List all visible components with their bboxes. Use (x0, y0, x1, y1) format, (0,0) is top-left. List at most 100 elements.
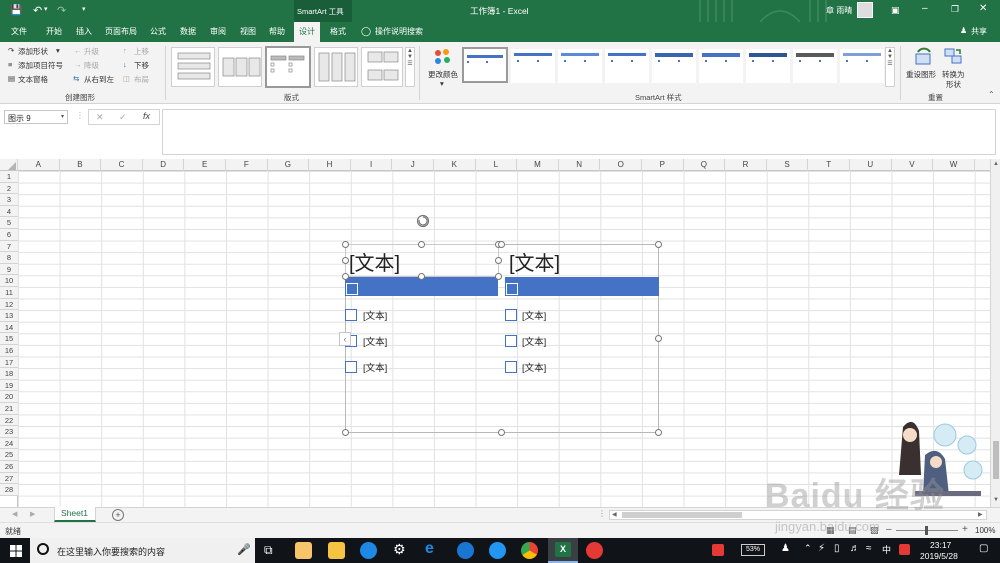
windows-start-icon[interactable] (10, 545, 22, 557)
settings-icon[interactable]: ⚙ (393, 541, 406, 558)
volume-icon[interactable]: ♬ (850, 543, 860, 554)
column-header[interactable]: I (351, 159, 393, 171)
scroll-left-icon[interactable]: ◀ (612, 511, 617, 518)
chrome-icon[interactable] (521, 542, 538, 559)
text-pane-expand-button[interactable]: ‹ (339, 332, 351, 346)
resize-handle[interactable] (498, 241, 505, 248)
netease-music-icon[interactable] (586, 542, 603, 559)
tab-insert[interactable]: 插入 (76, 26, 92, 37)
row-header[interactable]: 7 (0, 240, 18, 253)
microphone-icon[interactable]: 🎤 (237, 543, 251, 556)
resize-handle[interactable] (342, 273, 349, 280)
taskbar-search[interactable]: 在这里输入你要搜索的内容 🎤 (30, 538, 255, 563)
row-header[interactable]: 23 (0, 426, 18, 438)
excel-taskbar-button[interactable]: X (548, 538, 578, 563)
tab-format[interactable]: 格式 (330, 26, 346, 37)
clock-time[interactable]: 23:17 (930, 540, 951, 550)
sogou-ime-icon[interactable] (899, 544, 910, 555)
resize-handle[interactable] (418, 273, 425, 280)
column-header[interactable]: C (101, 159, 143, 171)
resize-handle[interactable] (655, 335, 662, 342)
column-header[interactable]: B (60, 159, 102, 171)
list-item[interactable]: [文本] (522, 308, 546, 322)
row-header[interactable]: 6 (0, 229, 18, 241)
resize-handle[interactable] (418, 241, 425, 248)
restore-icon[interactable]: ❐ (951, 4, 959, 15)
customize-qat-icon[interactable]: ▾ (82, 5, 86, 13)
close-icon[interactable]: ✕ (979, 3, 987, 14)
style-option-4[interactable] (605, 49, 649, 83)
row-header[interactable]: 22 (0, 414, 18, 427)
style-option-2[interactable] (511, 49, 555, 83)
row-header[interactable]: 16 (0, 345, 18, 357)
clock-app-icon[interactable] (360, 542, 377, 559)
resize-handle[interactable] (498, 429, 505, 436)
column-1-title[interactable]: [文本] (349, 247, 400, 276)
style-option-6[interactable] (699, 49, 743, 83)
tab-file[interactable]: 文件 (11, 26, 27, 37)
ime-indicator[interactable]: 中 (882, 543, 891, 556)
edge-icon[interactable]: e (425, 540, 434, 558)
save-icon[interactable]: 💾 (10, 5, 22, 16)
palette-icon[interactable] (432, 47, 454, 67)
prev-sheet-icon[interactable]: ◀ (12, 510, 17, 518)
style-option-3[interactable] (558, 49, 602, 83)
browser-icon[interactable] (457, 542, 474, 559)
rotate-handle-icon[interactable] (415, 213, 431, 229)
user-name[interactable]: 章 雨晴 (826, 5, 852, 16)
resize-handle[interactable] (495, 257, 502, 264)
people-icon[interactable]: ♟ (781, 543, 790, 554)
row-header[interactable]: 5 (0, 217, 18, 229)
column-header[interactable]: A (18, 159, 60, 171)
row-header[interactable]: 15 (0, 333, 18, 345)
row-header[interactable]: 13 (0, 310, 18, 322)
list-item[interactable]: [文本] (363, 360, 387, 374)
column-header[interactable]: R (725, 159, 767, 171)
sogou-tray-icon[interactable] (712, 544, 724, 556)
row-header[interactable]: 2 (0, 182, 18, 195)
tab-view[interactable]: 视图 (240, 26, 256, 37)
resize-handle[interactable] (655, 429, 662, 436)
zoom-out-button[interactable]: – (886, 524, 892, 535)
app-icon[interactable] (489, 542, 506, 559)
style-option-7[interactable] (746, 49, 790, 83)
column-header[interactable]: E (184, 159, 226, 171)
share-button[interactable]: 共享 (971, 26, 987, 37)
row-header[interactable]: 11 (0, 287, 18, 299)
zoom-level[interactable]: 100% (975, 526, 995, 535)
minimize-icon[interactable]: – (922, 3, 928, 14)
add-sheet-button[interactable]: + (112, 509, 124, 521)
row-header[interactable]: 27 (0, 472, 18, 485)
store-icon[interactable] (295, 542, 312, 559)
tell-me-search[interactable]: 操作说明搜索 (375, 26, 423, 37)
column-header[interactable]: O (600, 159, 642, 171)
styles-scroll[interactable]: ▲ ▼ ☰ (885, 47, 895, 87)
network-icon[interactable]: ▯ (834, 543, 840, 554)
column-header[interactable]: W (933, 159, 975, 171)
row-header[interactable]: 26 (0, 461, 18, 473)
column-header[interactable]: T (808, 159, 850, 171)
column-2-title[interactable]: [文本] (509, 247, 560, 276)
style-option-9[interactable] (840, 49, 884, 83)
ribbon-display-icon[interactable]: ▣ (891, 5, 900, 16)
select-all-button[interactable] (0, 159, 18, 171)
row-header[interactable]: 18 (0, 368, 18, 380)
avatar[interactable] (857, 2, 873, 18)
layouts-scroll[interactable]: ▲ ▼ ☰ (405, 47, 415, 87)
reset-graphic-icon[interactable] (912, 46, 934, 66)
column-header[interactable]: J (392, 159, 434, 171)
column-header[interactable]: H (309, 159, 351, 171)
scroll-up-icon[interactable]: ▲ (993, 161, 999, 167)
column-header[interactable]: K (434, 159, 476, 171)
list-item[interactable]: [文本] (522, 360, 546, 374)
list-item[interactable]: [文本] (363, 308, 387, 322)
resize-handle[interactable] (342, 241, 349, 248)
row-header[interactable]: 25 (0, 449, 18, 461)
row-header[interactable]: 14 (0, 321, 18, 334)
add-shape-button[interactable]: 添加形状 (18, 46, 48, 57)
battery-indicator[interactable]: 53% (741, 544, 765, 556)
tab-data[interactable]: 数据 (180, 26, 196, 37)
column-header[interactable]: S (767, 159, 809, 171)
scroll-right-icon[interactable]: ▶ (978, 511, 983, 518)
list-item[interactable]: [文本] (363, 334, 387, 348)
